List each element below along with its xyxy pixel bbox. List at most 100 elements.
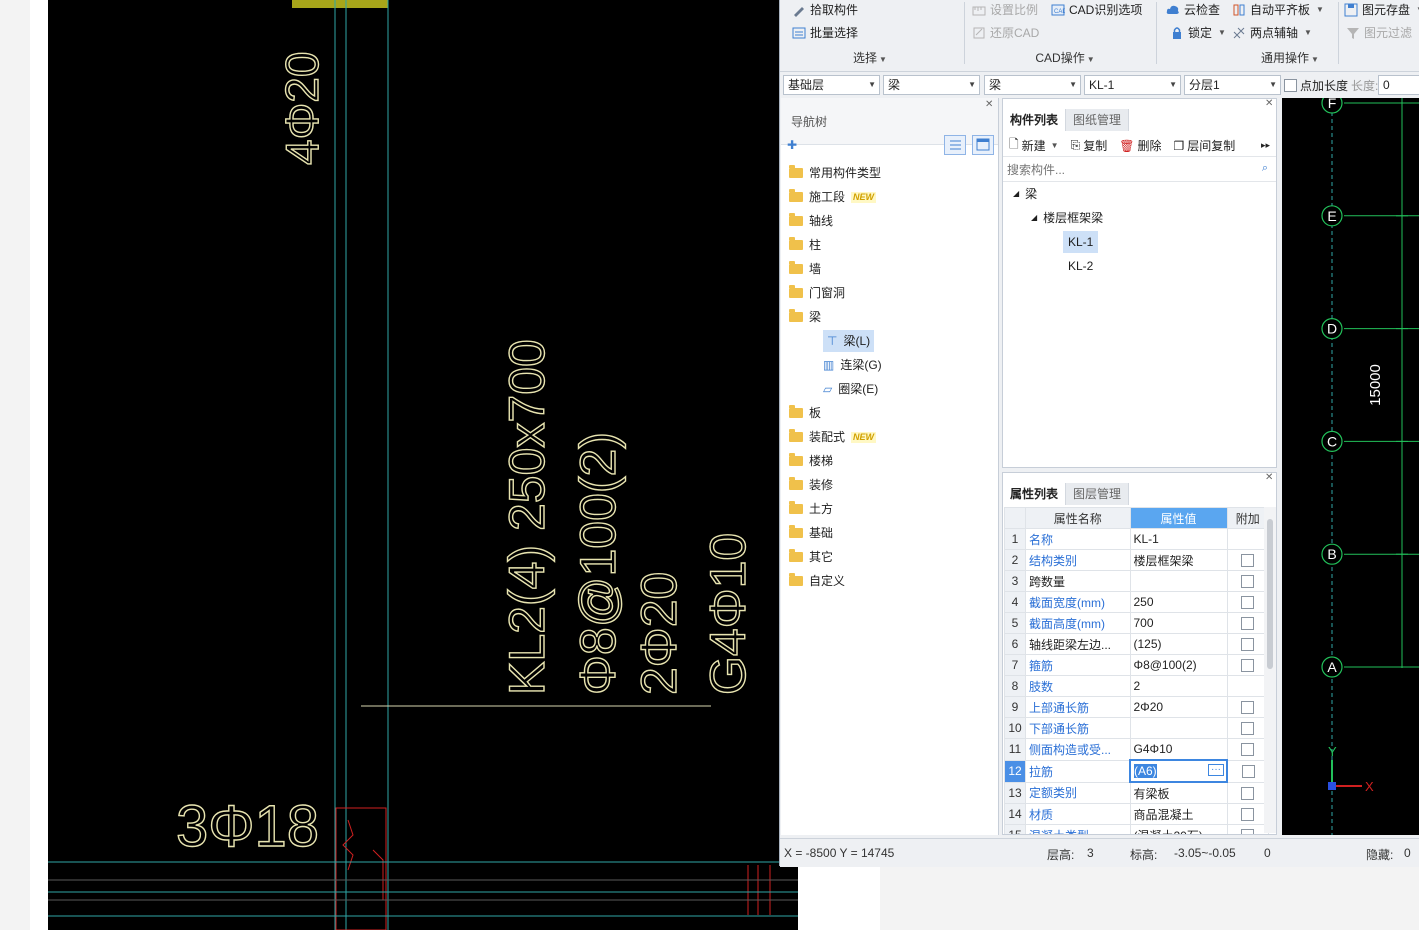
component-type-select[interactable]: 梁 ▼ — [883, 75, 980, 95]
add-length-check-box[interactable] — [1284, 78, 1297, 92]
tab-drawing-management[interactable]: 图纸管理 — [1066, 109, 1130, 131]
pick-component-button[interactable]: 拾取构件 — [792, 0, 858, 20]
nav-item[interactable]: 板 — [789, 402, 821, 424]
cad-canvas-secondary[interactable]: F E D C B A 15000 Y X — [1282, 98, 1419, 835]
extra-checkbox[interactable] — [1241, 659, 1255, 673]
extra-checkbox[interactable] — [1241, 722, 1255, 736]
floor-copy-button[interactable]: ❐ 层间复制 — [1173, 137, 1235, 154]
property-row[interactable]: 6 轴线距梁左边... (125) — [1004, 633, 1269, 655]
nav-subitem[interactable]: ▱ 圈梁(E) — [823, 378, 878, 400]
extra-checkbox[interactable] — [1241, 617, 1255, 631]
property-row[interactable]: 15混凝土类型(混凝土20石) — [1004, 824, 1269, 834]
property-row[interactable]: 5 截面高度(mm) 700 — [1004, 612, 1269, 634]
tree-node-frame-beam[interactable]: ◢ 楼层框架梁 — [1031, 207, 1103, 229]
property-value[interactable]: 商品混凝土 — [1129, 803, 1228, 825]
component-search-input[interactable] — [1005, 161, 1249, 179]
extra-checkbox[interactable] — [1241, 596, 1255, 610]
nav-item[interactable]: 其它 — [789, 546, 833, 568]
nav-item[interactable]: 柱 — [789, 234, 821, 256]
scrollbar[interactable] — [1264, 507, 1276, 833]
nav-item[interactable]: 门窗洞 — [789, 282, 845, 304]
search-icon[interactable]: ⌕ — [1262, 162, 1268, 175]
extra-checkbox[interactable] — [1241, 554, 1255, 568]
property-row[interactable]: 3 跨数量 — [1004, 570, 1269, 592]
close-icon[interactable]: ✕ — [1265, 473, 1273, 483]
nav-subitem[interactable]: ⊤ 梁(L) — [823, 330, 875, 352]
property-row[interactable]: 2 结构类别 楼层框架梁 — [1004, 549, 1269, 571]
tree-node-kl1[interactable]: KL-1 — [1063, 231, 1099, 253]
property-extra[interactable] — [1226, 591, 1269, 613]
scrollbar-thumb[interactable] — [1267, 519, 1273, 669]
property-row[interactable]: 11 侧面构造或受... G4Φ10 — [1004, 738, 1269, 761]
property-value[interactable]: KL-1 — [1129, 528, 1228, 550]
ellipsis-button[interactable]: ··· — [1208, 764, 1224, 776]
nav-item[interactable]: 楼梯 — [789, 450, 833, 472]
tab-property-list[interactable]: 属性列表 — [1003, 483, 1067, 505]
property-extra[interactable] — [1226, 549, 1269, 571]
more-icon[interactable]: ▸▸ — [1261, 140, 1270, 151]
nav-item[interactable]: 梁 — [789, 306, 821, 328]
new-component-button[interactable]: 🗋 新建 ▼ — [1009, 135, 1059, 156]
set-scale-button[interactable]: 设置比例 — [972, 0, 1038, 20]
property-value[interactable]: 2 — [1129, 675, 1228, 697]
restore-cad-button[interactable]: 还原CAD — [972, 23, 1039, 43]
property-value[interactable]: 250 — [1129, 591, 1228, 613]
extra-checkbox[interactable] — [1241, 808, 1255, 822]
cloud-check-button[interactable]: 云检查 — [1166, 0, 1220, 20]
nav-item[interactable]: 装修 — [789, 474, 833, 496]
property-value[interactable]: (125) — [1129, 633, 1228, 655]
nav-item[interactable]: 基础 — [789, 522, 833, 544]
extra-checkbox[interactable] — [1241, 829, 1255, 834]
extra-checkbox[interactable] — [1241, 786, 1255, 800]
property-row[interactable]: 1 名称 KL-1 — [1004, 528, 1269, 550]
extra-checkbox[interactable] — [1241, 743, 1255, 757]
nav-item[interactable]: 装配式 NEW — [789, 426, 877, 448]
floor-select[interactable]: 基础层 ▼ — [783, 75, 880, 95]
property-value[interactable]: (A6) ··· — [1129, 759, 1228, 783]
delete-component-button[interactable]: 🗑 删除 — [1119, 137, 1161, 154]
property-row[interactable]: 12 拉筋 (A6) ··· — [1004, 759, 1269, 783]
element-filter-button[interactable]: 图元过滤 — [1346, 23, 1412, 43]
tree-node-kl2[interactable]: KL-2 — [1063, 255, 1098, 277]
nav-item[interactable]: 墙 — [789, 258, 821, 280]
property-extra[interactable] — [1226, 803, 1269, 825]
property-value[interactable]: Φ8@100(2) — [1129, 654, 1228, 676]
batch-select-button[interactable]: 批量选择 — [792, 23, 858, 43]
property-extra[interactable] — [1226, 759, 1269, 783]
tab-component-list[interactable]: 构件列表 — [1003, 109, 1067, 131]
property-row[interactable]: 8 肢数 2 — [1004, 675, 1269, 697]
property-extra[interactable] — [1226, 633, 1269, 655]
list-view-icon[interactable] — [944, 135, 966, 155]
save-element-button[interactable]: 图元存盘▼ — [1344, 0, 1419, 20]
property-row[interactable]: 9 上部通长筋 2Φ20 — [1004, 696, 1269, 718]
cad-ops-group-dropdown[interactable]: CAD操作 ▼ — [1020, 49, 1110, 67]
property-row[interactable]: 10 下部通长筋 — [1004, 717, 1269, 739]
length-input[interactable]: 0 — [1378, 75, 1419, 95]
general-ops-group-dropdown[interactable]: 通用操作 ▼ — [1250, 49, 1330, 67]
cad-canvas-main[interactable]: 4Φ20 KL2(4) 250x700 Φ8@100(2) 2Φ20 G4Φ10… — [48, 0, 798, 930]
property-extra[interactable] — [1226, 738, 1269, 761]
nav-item[interactable]: 土方 — [789, 498, 833, 520]
nav-item[interactable]: 常用构件类型 — [789, 162, 881, 184]
property-value[interactable]: 2Φ20 — [1129, 696, 1228, 718]
extra-checkbox[interactable] — [1241, 701, 1255, 715]
add-length-checkbox[interactable]: 点加长度 长度: — [1284, 76, 1378, 94]
nav-item[interactable]: 施工段 NEW — [789, 186, 877, 208]
nav-item[interactable]: 自定义 — [789, 570, 845, 592]
property-value[interactable]: 700 — [1129, 612, 1228, 634]
tab-layer-management[interactable]: 图层管理 — [1066, 483, 1130, 505]
tree-node-beam[interactable]: ◢ 梁 — [1013, 183, 1037, 205]
property-value[interactable] — [1129, 717, 1228, 739]
property-value[interactable] — [1129, 570, 1228, 592]
property-extra[interactable] — [1226, 824, 1269, 834]
two-point-axis-button[interactable]: 两点辅轴 ▼ — [1232, 23, 1312, 43]
layer-select[interactable]: 分层1 ▼ — [1184, 75, 1281, 95]
component-subtype-select[interactable]: 梁 ▼ — [984, 75, 1081, 95]
lock-button[interactable]: 锁定 ▼ — [1170, 23, 1226, 43]
property-value[interactable]: 楼层框架梁 — [1129, 549, 1228, 571]
panel-view-icon[interactable] — [972, 135, 994, 155]
property-row[interactable]: 7 箍筋 Φ8@100(2) — [1004, 654, 1269, 676]
extra-checkbox[interactable] — [1241, 638, 1255, 652]
property-row[interactable]: 13 定额类别 有梁板 — [1004, 781, 1269, 804]
component-search-box[interactable]: ⌕ — [1003, 159, 1276, 182]
